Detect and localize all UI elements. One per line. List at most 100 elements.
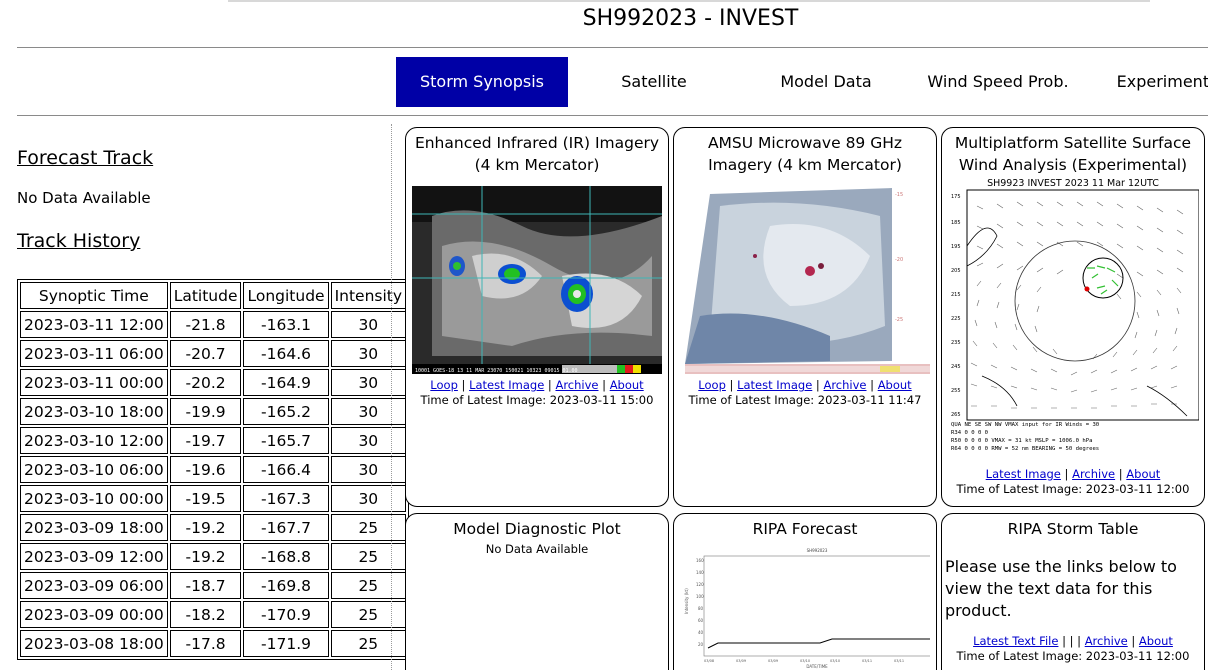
- svg-text:60: 60: [698, 618, 704, 623]
- table-cell: -19.2: [169, 543, 242, 570]
- tab-bar: Storm Synopsis Satellite Model Data Wind…: [396, 57, 1208, 107]
- table-cell: -166.4: [243, 456, 329, 483]
- latest-image-link[interactable]: Latest Image: [986, 467, 1061, 481]
- table-cell: -19.9: [169, 398, 242, 425]
- svg-text:265: 265: [951, 412, 961, 418]
- about-link[interactable]: About: [1126, 467, 1160, 481]
- table-cell: 30: [330, 485, 407, 512]
- track-history-title[interactable]: Track History: [17, 230, 377, 252]
- latest-image-time: Time of Latest Image: 2023-03-11 12:00: [956, 649, 1190, 663]
- svg-text:120: 120: [696, 582, 704, 587]
- svg-text:40: 40: [698, 630, 704, 635]
- panel-title: Model Diagnostic Plot: [453, 520, 621, 538]
- table-cell: 30: [330, 456, 407, 483]
- svg-text:195: 195: [951, 244, 961, 250]
- table-row: 2023-03-09 06:00 -18.7 -169.8 25: [20, 572, 407, 599]
- svg-text:03/09: 03/09: [768, 659, 778, 663]
- model-diagnostic-status: No Data Available: [485, 542, 589, 556]
- wind-analysis-image[interactable]: SH9923 INVEST 2023 11 Mar 12UTC 175 185 19…: [947, 176, 1199, 461]
- tab-storm-synopsis[interactable]: Storm Synopsis: [396, 57, 568, 107]
- table-cell: 2023-03-09 18:00: [20, 514, 168, 541]
- svg-text:245: 245: [951, 364, 961, 370]
- svg-text:205: 205: [951, 268, 961, 274]
- ripa-forecast-chart[interactable]: SH992023 160 140 120 100 80 60 40 20 Intensit…: [680, 544, 930, 670]
- ripa-xlabel: DATE/TIME: [806, 664, 828, 669]
- latest-text-file-link[interactable]: Latest Text File: [973, 634, 1058, 648]
- column-header: Longitude: [243, 282, 329, 309]
- table-cell: 2023-03-10 18:00: [20, 398, 168, 425]
- wind-footer-line: R50 0 0 0 0 VMAX = 31 kt MSLP = 1006.0 h…: [951, 438, 1092, 444]
- table-cell: -19.7: [169, 427, 242, 454]
- table-cell: -21.8: [169, 311, 242, 338]
- table-cell: -169.8: [243, 572, 329, 599]
- wind-footer-line: R34 0 0 0 0: [951, 430, 988, 436]
- svg-text:03/11: 03/11: [862, 659, 872, 663]
- left-column: Forecast Track No Data Available Track H…: [17, 126, 377, 252]
- link-separator: |: [1069, 634, 1074, 648]
- forecast-track-title[interactable]: Forecast Track: [17, 147, 377, 169]
- table-row: 2023-03-08 18:00 -17.8 -171.9 25: [20, 630, 407, 657]
- track-history-table: Synoptic Time Latitude Longitude Intensi…: [17, 279, 410, 660]
- table-cell: 30: [330, 427, 407, 454]
- latest-image-link[interactable]: Latest Image: [469, 378, 544, 392]
- panel-model-diagnostic: Model Diagnostic Plot No Data Available: [405, 513, 669, 670]
- column-header: Synoptic Time: [20, 282, 168, 309]
- amsu-links: Loop | Latest Image | Archive | About: [698, 378, 912, 392]
- ripa-ylabel: Intensity (kt): [684, 588, 689, 614]
- table-cell: -164.6: [243, 340, 329, 367]
- svg-text:255: 255: [951, 388, 961, 394]
- archive-link[interactable]: Archive: [555, 378, 598, 392]
- about-link[interactable]: About: [610, 378, 644, 392]
- svg-text:215: 215: [951, 292, 961, 298]
- table-cell: 25: [330, 572, 407, 599]
- svg-text:03/10: 03/10: [800, 659, 810, 663]
- table-cell: 2023-03-08 18:00: [20, 630, 168, 657]
- loop-link[interactable]: Loop: [698, 378, 726, 392]
- about-link[interactable]: About: [878, 378, 912, 392]
- column-separator: [391, 124, 392, 670]
- archive-link[interactable]: Archive: [1072, 467, 1115, 481]
- wind-links: Latest Image | Archive | About: [985, 467, 1161, 481]
- table-row: 2023-03-10 18:00 -19.9 -165.2 30: [20, 398, 407, 425]
- svg-text:-25: -25: [895, 317, 903, 323]
- table-cell: 25: [330, 514, 407, 541]
- svg-text:20: 20: [698, 642, 704, 647]
- ir-image-caption: 10001 GOES-18 13 11 MAR 23070 150021 103…: [415, 368, 578, 374]
- top-divider: [228, 0, 1150, 2]
- tab-experimental[interactable]: Experimental: [1084, 57, 1208, 107]
- about-link[interactable]: About: [1139, 634, 1173, 648]
- loop-link[interactable]: Loop: [430, 378, 458, 392]
- latest-image-time: Time of Latest Image: 2023-03-11 15:00: [420, 393, 654, 407]
- ir-satellite-image[interactable]: 10001 GOES-18 13 11 MAR 23070 150021 103…: [412, 186, 662, 374]
- ir-links: Loop | Latest Image | Archive | About: [430, 378, 644, 392]
- latest-image-link[interactable]: Latest Image: [737, 378, 812, 392]
- amsu-microwave-image[interactable]: -15 -20 -25: [680, 186, 930, 374]
- table-cell: 2023-03-10 00:00: [20, 485, 168, 512]
- table-row: 2023-03-11 00:00 -20.2 -164.9 30: [20, 369, 407, 396]
- table-cell: -19.5: [169, 485, 242, 512]
- tab-wind-speed-prob[interactable]: Wind Speed Prob.: [912, 57, 1084, 107]
- table-row: 2023-03-09 12:00 -19.2 -168.8 25: [20, 543, 407, 570]
- archive-link[interactable]: Archive: [823, 378, 866, 392]
- ripa-table-text: Please use the links below to view the t…: [945, 557, 1177, 620]
- panel-title: Enhanced Infrared (IR) Imagery (4 km Mer…: [414, 134, 660, 174]
- table-cell: 2023-03-10 12:00: [20, 427, 168, 454]
- column-header: Latitude: [169, 282, 242, 309]
- table-cell: -18.2: [169, 601, 242, 628]
- table-cell: -167.7: [243, 514, 329, 541]
- panel-title: RIPA Storm Table: [1007, 520, 1139, 538]
- table-cell: 2023-03-09 00:00: [20, 601, 168, 628]
- svg-text:175: 175: [951, 194, 961, 200]
- table-row: 2023-03-10 00:00 -19.5 -167.3 30: [20, 485, 407, 512]
- panel-title: AMSU Microwave 89 GHz Imagery (4 km Merc…: [707, 134, 903, 174]
- table-cell: 2023-03-09 06:00: [20, 572, 168, 599]
- table-cell: 25: [330, 630, 407, 657]
- svg-text:80: 80: [698, 606, 704, 611]
- table-cell: -19.2: [169, 514, 242, 541]
- tab-satellite[interactable]: Satellite: [568, 57, 740, 107]
- panel-title: Multiplatform Satellite Surface Wind Ana…: [954, 134, 1192, 174]
- archive-link[interactable]: Archive: [1085, 634, 1128, 648]
- svg-text:140: 140: [696, 570, 704, 575]
- table-cell: 2023-03-10 06:00: [20, 456, 168, 483]
- tab-model-data[interactable]: Model Data: [740, 57, 912, 107]
